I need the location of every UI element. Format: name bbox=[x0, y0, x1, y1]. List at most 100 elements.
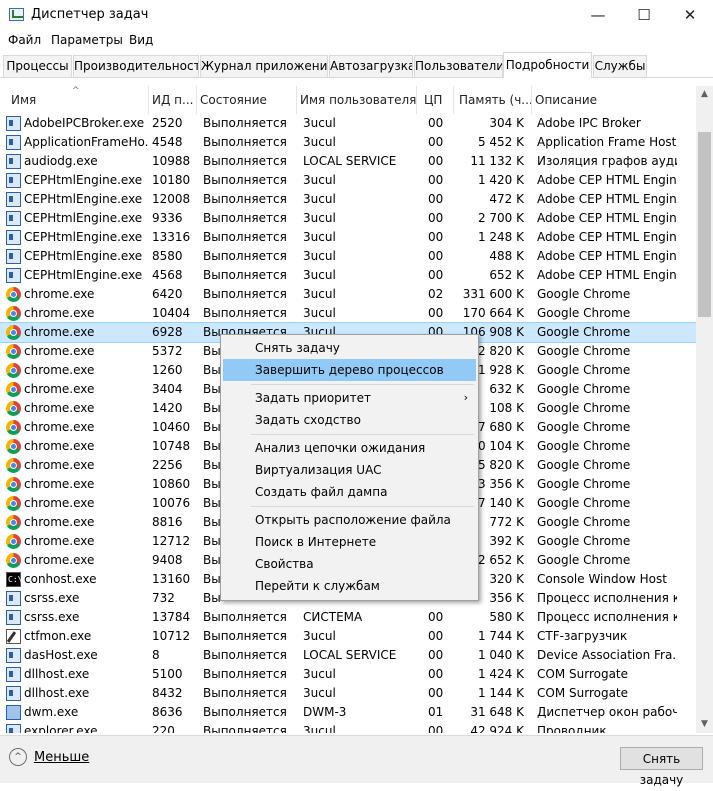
table-row[interactable]: CEPHtmlEngine.exe 12008 Выполняется 3ucul 00… bbox=[0, 190, 696, 209]
menu-uac-virtualization[interactable]: Виртуализация UAC bbox=[223, 459, 476, 481]
process-description: Google Chrome bbox=[537, 325, 631, 339]
window-manager-icon bbox=[6, 705, 21, 720]
menu-analyze-wait-chain[interactable]: Анализ цепочки ожидания bbox=[223, 437, 476, 459]
process-description: COM Surrogate bbox=[537, 667, 629, 681]
tab-users[interactable]: Пользователи bbox=[414, 55, 503, 77]
process-status: Выполняется bbox=[203, 705, 287, 719]
menu-search-online[interactable]: Поиск в Интернете bbox=[223, 531, 476, 553]
table-row[interactable]: AdobeIPCBroker.exe 2520 Выполняется 3ucul 00… bbox=[0, 114, 696, 133]
process-description: Adobe CEP HTML Engine bbox=[537, 268, 677, 282]
column-header-cpu[interactable]: ЦП bbox=[421, 86, 454, 114]
table-row[interactable]: CEPHtmlEngine.exe 13316 Выполняется 3ucul 00… bbox=[0, 228, 696, 247]
maximize-button[interactable]: ☐ bbox=[621, 0, 667, 30]
table-row[interactable]: CEPHtmlEngine.exe 8580 Выполняется 3ucul 00 4… bbox=[0, 247, 696, 266]
process-cpu: 00 bbox=[428, 230, 444, 244]
process-pid: 9336 bbox=[152, 211, 183, 225]
process-memory: 488 K bbox=[489, 249, 524, 263]
menu-properties[interactable]: Свойства bbox=[223, 553, 476, 575]
title-bar[interactable]: Диспетчер задач — ☐ ✕ bbox=[0, 0, 713, 30]
process-description: Adobe CEP HTML Engine bbox=[537, 211, 677, 225]
menu-options[interactable]: Параметры bbox=[51, 33, 123, 47]
menu-set-affinity[interactable]: Задать сходство bbox=[223, 409, 476, 431]
process-description: Console Window Host bbox=[537, 572, 667, 586]
process-pid: 12712 bbox=[152, 534, 191, 548]
tab-processes[interactable]: Процессы bbox=[3, 55, 72, 77]
application-icon bbox=[6, 230, 21, 245]
table-row[interactable]: dllhost.exe 5100 Выполняется 3ucul 00 1 424 K… bbox=[0, 665, 696, 684]
table-row[interactable]: csrss.exe 13784 Выполняется СИСТЕМА 00 580 K П… bbox=[0, 608, 696, 627]
tab-details[interactable]: Подробности bbox=[503, 52, 592, 78]
menu-end-task[interactable]: Снять задачу bbox=[223, 337, 476, 359]
menu-view[interactable]: Вид bbox=[129, 33, 153, 47]
tab-startup[interactable]: Автозагрузка bbox=[329, 55, 413, 77]
process-pid: 8636 bbox=[152, 705, 183, 719]
menu-separator bbox=[251, 506, 474, 507]
tab-services[interactable]: Службы bbox=[593, 55, 647, 77]
table-row[interactable]: ApplicationFrameHo... 4548 Выполняется 3ucu… bbox=[0, 133, 696, 152]
process-status: Выполняется bbox=[203, 211, 287, 225]
process-username: 3ucul bbox=[303, 629, 336, 643]
table-row[interactable]: dasHost.exe 8 Выполняется LOCAL SERVICE 00 1 … bbox=[0, 646, 696, 665]
menu-open-file-location[interactable]: Открыть расположение файла bbox=[223, 509, 476, 531]
process-memory: 1 744 K bbox=[477, 629, 524, 643]
process-name: dwm.exe bbox=[24, 705, 79, 719]
table-row[interactable]: chrome.exe 6420 Выполняется 3ucul 02 331 600 … bbox=[0, 285, 696, 304]
application-icon bbox=[6, 211, 21, 226]
process-pid: 9408 bbox=[152, 553, 183, 567]
process-username: LOCAL SERVICE bbox=[303, 154, 397, 168]
column-header-status[interactable]: Состояние bbox=[197, 86, 297, 114]
process-pid: 10748 bbox=[152, 439, 191, 453]
chrome-icon bbox=[6, 477, 21, 492]
table-row[interactable]: ctfmon.exe 10712 Выполняется 3ucul 00 1 744 K… bbox=[0, 627, 696, 646]
menu-file[interactable]: Файл bbox=[8, 33, 41, 47]
process-name: chrome.exe bbox=[24, 553, 95, 567]
table-row[interactable]: audiodg.exe 10988 Выполняется LOCAL SERVICE… bbox=[0, 152, 696, 171]
vertical-scrollbar[interactable]: ▲ ▼ bbox=[696, 86, 713, 733]
process-name: chrome.exe bbox=[24, 515, 95, 529]
column-header-username[interactable]: Имя пользователя bbox=[297, 86, 417, 114]
process-username: СИСТЕМА bbox=[303, 610, 363, 624]
scroll-thumb[interactable] bbox=[698, 132, 711, 317]
menu-set-priority[interactable]: Задать приоритет › bbox=[223, 387, 476, 409]
scroll-down-arrow-icon[interactable]: ▼ bbox=[696, 716, 713, 733]
process-username: 3ucul bbox=[303, 724, 336, 733]
process-pid: 732 bbox=[152, 591, 175, 605]
process-description: Adobe IPC Broker bbox=[537, 116, 641, 130]
end-task-button[interactable]: Снять задачу bbox=[620, 747, 703, 787]
table-row[interactable]: dllhost.exe 8432 Выполняется 3ucul 00 1 144 K… bbox=[0, 684, 696, 703]
menu-create-dump-file[interactable]: Создать файл дампа bbox=[223, 481, 476, 503]
process-cpu: 01 bbox=[428, 705, 444, 719]
process-memory: 170 664 K bbox=[462, 306, 524, 320]
process-name: chrome.exe bbox=[24, 344, 95, 358]
fewer-details-link[interactable]: Меньше bbox=[34, 750, 89, 765]
table-row[interactable]: explorer.exe 220 Выполняется 3ucul 00 42 924 … bbox=[0, 722, 696, 733]
table-row[interactable]: CEPHtmlEngine.exe 4568 Выполняется 3ucul 00 6… bbox=[0, 266, 696, 285]
column-header-memory[interactable]: Память (ч... bbox=[456, 86, 532, 114]
submenu-arrow-icon: › bbox=[463, 391, 468, 404]
process-description: Google Chrome bbox=[537, 515, 631, 529]
chrome-icon bbox=[6, 420, 21, 435]
minimize-button[interactable]: — bbox=[575, 0, 621, 30]
process-status: Выполняется bbox=[203, 116, 287, 130]
tab-performance[interactable]: Производительность bbox=[73, 55, 199, 77]
process-description: Google Chrome bbox=[537, 382, 631, 396]
table-row[interactable]: dwm.exe 8636 Выполняется DWM-3 01 31 648 K Дис… bbox=[0, 703, 696, 722]
column-header-description[interactable]: Описание bbox=[532, 86, 696, 114]
process-pid: 4568 bbox=[152, 268, 183, 282]
table-row[interactable]: CEPHtmlEngine.exe 9336 Выполняется 3ucul 00 2… bbox=[0, 209, 696, 228]
table-row[interactable]: chrome.exe 10404 Выполняется 3ucul 00 170 664… bbox=[0, 304, 696, 323]
process-pid: 8816 bbox=[152, 515, 183, 529]
tab-app-history[interactable]: Журнал приложений bbox=[200, 55, 328, 77]
collapse-chevron-icon[interactable]: ^ bbox=[9, 748, 27, 766]
column-header-pid[interactable]: ИД п... bbox=[149, 86, 197, 114]
process-memory: 1 144 K bbox=[477, 686, 524, 700]
table-row[interactable]: CEPHtmlEngine.exe 10180 Выполняется 3ucul 00… bbox=[0, 171, 696, 190]
application-icon bbox=[6, 249, 21, 264]
process-pid: 220 bbox=[152, 724, 175, 733]
menu-go-to-services[interactable]: Перейти к службам bbox=[223, 575, 476, 597]
close-button[interactable]: ✕ bbox=[667, 0, 713, 30]
menu-end-process-tree[interactable]: Завершить дерево процессов bbox=[223, 359, 476, 381]
scroll-up-arrow-icon[interactable]: ▲ bbox=[696, 86, 713, 103]
menu-bar: Файл Параметры Вид bbox=[0, 30, 713, 52]
chrome-icon bbox=[6, 515, 21, 530]
